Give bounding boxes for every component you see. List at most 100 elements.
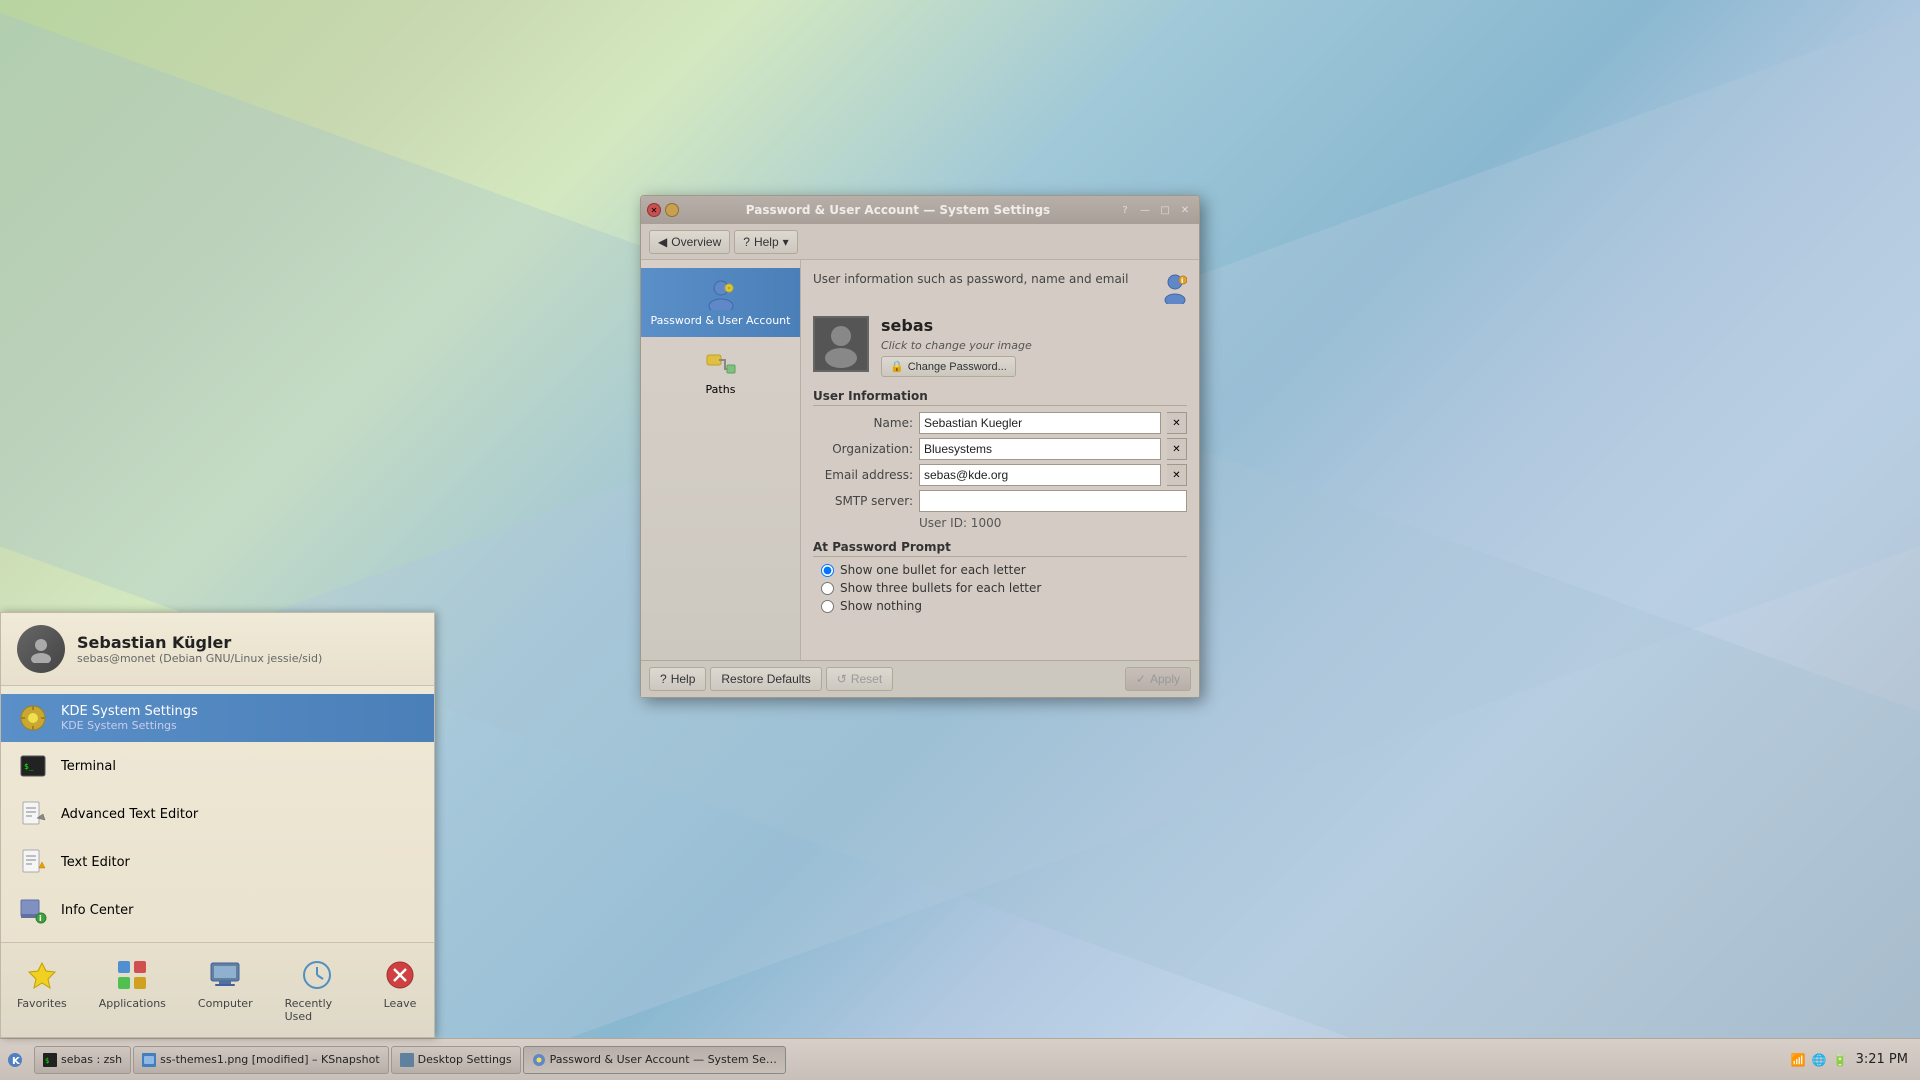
computer-label: Computer [198,997,253,1010]
taskbar-ksnapshot[interactable]: ss-themes1.png [modified] – KSnapshot [133,1046,389,1074]
network-icon[interactable]: 🌐 [1812,1053,1827,1067]
name-field-row: Name: ✕ [813,412,1187,434]
password-user-account-label: Password & User Account [651,314,791,327]
sidebar-item-paths[interactable]: Paths [641,337,800,406]
settings-footer: ? Help Restore Defaults ↺ Reset ✓ Apply [641,660,1199,697]
app-launcher: Sebastian Kügler sebas@monet (Debian GNU… [0,612,435,1038]
settings-window: ✕ Password & User Account — System Setti… [640,195,1200,698]
launcher-app-text-editor[interactable]: Text Editor [1,838,434,886]
launcher-app-terminal[interactable]: $_ Terminal [1,742,434,790]
user-id-display: User ID: 1000 [919,516,1187,530]
system-settings-taskbar-label: Password & User Account — System Se… [550,1053,777,1066]
apply-button[interactable]: ✓ Apply [1125,667,1191,691]
launcher-app-advanced-text-editor[interactable]: Advanced Text Editor [1,790,434,838]
kde-settings-subtitle: KDE System Settings [61,719,198,732]
password-user-account-icon [705,278,737,310]
settings-toolbar: ◀ Overview ? Help ▾ [641,224,1199,260]
window-minimize-button[interactable] [665,203,679,217]
launcher-avatar[interactable] [17,625,65,673]
wifi-icon[interactable]: 📶 [1791,1053,1806,1067]
smtp-input[interactable] [919,490,1187,512]
kde-system-settings-icon [17,702,49,734]
system-settings-taskbar-icon [532,1053,546,1067]
launcher-applications[interactable]: Applications [83,951,182,1029]
launcher-user-info: Sebastian Kügler sebas@monet (Debian GNU… [77,633,322,665]
email-label: Email address: [813,468,913,482]
reset-label: Reset [851,672,882,686]
sidebar-item-password-user-account[interactable]: Password & User Account [641,268,800,337]
window-close-button[interactable]: ✕ [647,203,661,217]
kde-settings-name: KDE System Settings [61,704,198,719]
launcher-app-kde-system-settings[interactable]: KDE System Settings KDE System Settings [1,694,434,742]
user-profile-section: sebas Click to change your image 🔒 Chang… [813,316,1187,377]
radio-nothing-label: Show nothing [840,599,922,613]
svg-text:K: K [12,1056,21,1067]
help-toolbar-button[interactable]: ? Help ▾ [734,230,797,254]
launcher-leave[interactable]: Leave [366,951,434,1029]
desktop-settings-label: Desktop Settings [418,1053,512,1066]
titlebar-actions: ? — □ ✕ [1117,202,1193,218]
taskbar: K $ sebas : zsh ss-themes1.png [modified… [0,1038,1920,1080]
svg-text:$: $ [45,1057,49,1065]
help-footer-button[interactable]: ? Help [649,667,706,691]
info-center-icon: i [17,894,49,926]
change-password-button[interactable]: 🔒 Change Password... [881,356,1016,377]
window-help-button[interactable]: ? [1117,202,1133,218]
radio-one-bullet[interactable] [821,564,834,577]
user-avatar-settings[interactable] [813,316,869,372]
window-close-title-button[interactable]: ✕ [1177,202,1193,218]
taskbar-system-icon[interactable]: K [4,1049,26,1071]
window-max-button[interactable]: □ [1157,202,1173,218]
overview-button[interactable]: ◀ Overview [649,230,730,254]
email-clear-button[interactable]: ✕ [1167,464,1187,486]
name-input[interactable] [919,412,1161,434]
sebas-zsh-label: sebas : zsh [61,1053,122,1066]
settings-sidebar: Password & User Account Paths [641,260,801,660]
radio-three-bullets[interactable] [821,582,834,595]
user-display-name: sebas [881,316,1032,335]
help-dropdown-icon: ▾ [783,235,789,249]
restore-defaults-button[interactable]: Restore Defaults [710,667,821,691]
launcher-header: Sebastian Kügler sebas@monet (Debian GNU… [1,613,434,686]
paths-label: Paths [706,383,736,396]
launcher-favorites[interactable]: Favorites [1,951,83,1029]
name-clear-button[interactable]: ✕ [1167,412,1187,434]
svg-text:i: i [39,914,42,923]
clock[interactable]: 3:21 PM [1856,1052,1908,1067]
radio-three-bullets-label: Show three bullets for each letter [840,581,1041,595]
email-input[interactable] [919,464,1161,486]
taskbar-apps: $ sebas : zsh ss-themes1.png [modified] … [34,1046,786,1074]
battery-icon[interactable]: 🔋 [1833,1053,1848,1067]
org-clear-button[interactable]: ✕ [1167,438,1187,460]
launcher-recently-used[interactable]: Recently Used [269,951,366,1029]
system-tray: 📶 🌐 🔋 [1791,1053,1848,1067]
org-label: Organization: [813,442,913,456]
terminal-taskbar-icon: $ [43,1053,57,1067]
radio-nothing[interactable] [821,600,834,613]
org-input[interactable] [919,438,1161,460]
settings-page-header: User information such as password, name … [813,272,1187,304]
launcher-app-info-center[interactable]: i Info Center [1,886,434,934]
text-editor-name: Text Editor [61,855,130,870]
reset-button[interactable]: ↺ Reset [826,667,893,691]
paths-icon [705,347,737,379]
taskbar-sebas-zsh[interactable]: $ sebas : zsh [34,1046,131,1074]
ksnapshot-label: ss-themes1.png [modified] – KSnapshot [160,1053,380,1066]
radio-one-bullet-label: Show one bullet for each letter [840,563,1026,577]
applications-label: Applications [99,997,166,1010]
launcher-computer[interactable]: Computer [182,951,269,1029]
taskbar-system-settings[interactable]: Password & User Account — System Se… [523,1046,786,1074]
user-profile-right: sebas Click to change your image 🔒 Chang… [881,316,1032,377]
org-field-row: Organization: ✕ [813,438,1187,460]
radio-three-bullets-row: Show three bullets for each letter [821,581,1187,595]
window-shade-button[interactable]: — [1137,202,1153,218]
kde-settings-text: KDE System Settings KDE System Settings [61,704,198,732]
terminal-icon: $_ [17,750,49,782]
at-prompt-section-title: At Password Prompt [813,540,1187,557]
terminal-name: Terminal [61,759,116,774]
advanced-text-editor-icon [17,798,49,830]
launcher-apps-list: KDE System Settings KDE System Settings … [1,686,434,942]
launcher-username: Sebastian Kügler [77,633,322,652]
taskbar-desktop-settings[interactable]: Desktop Settings [391,1046,521,1074]
settings-content: Password & User Account Paths [641,260,1199,660]
